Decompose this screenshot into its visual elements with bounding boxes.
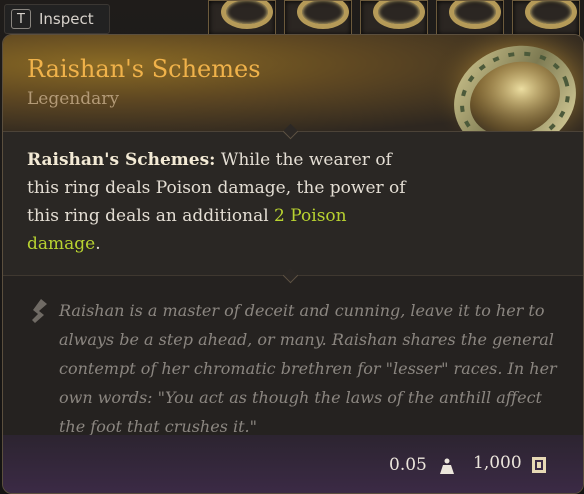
- effect-name: Raishan's Schemes:: [27, 150, 216, 170]
- ring-icon: [221, 1, 273, 29]
- inspect-key: T: [11, 9, 31, 29]
- effect-description: Raishan's Schemes: While the wearer of t…: [27, 146, 417, 258]
- hotbar-slot[interactable]: [360, 0, 428, 36]
- hotbar-slot[interactable]: [284, 0, 352, 36]
- item-weight: 0.05: [389, 455, 427, 475]
- ring-icon: [297, 1, 349, 29]
- item-price: 1,000: [473, 453, 522, 473]
- hotbar-slot[interactable]: [436, 0, 504, 36]
- tooltip-footer: 0.05 1,000: [3, 435, 583, 493]
- tooltip-panel: Raishan's Schemes Legendary Raishan's Sc…: [2, 34, 584, 494]
- item-rarity: Legendary: [27, 89, 119, 109]
- ring-icon: [449, 1, 501, 29]
- effect-section: Raishan's Schemes: While the wearer of t…: [3, 123, 583, 276]
- hotbar-slot[interactable]: [208, 0, 276, 36]
- inspect-button[interactable]: T Inspect: [4, 4, 110, 34]
- gold-coin-icon: [532, 457, 546, 473]
- quill-icon: [32, 299, 47, 323]
- inspect-label: Inspect: [39, 10, 94, 28]
- hotbar-slot[interactable]: [512, 0, 580, 36]
- ring-icon: [525, 1, 577, 29]
- lore-text: Raishan is a master of deceit and cunnin…: [59, 301, 557, 436]
- ring-icon: [373, 1, 425, 29]
- effect-end: .: [95, 234, 101, 254]
- item-tooltip-screen: T Inspect Raishan's Schemes Legendary Ra…: [0, 0, 584, 494]
- weight-icon: [440, 458, 454, 474]
- item-name: Raishan's Schemes: [27, 55, 261, 83]
- tooltip-header: Raishan's Schemes Legendary: [3, 35, 583, 155]
- lore-section: Raishan is a master of deceit and cunnin…: [3, 267, 583, 436]
